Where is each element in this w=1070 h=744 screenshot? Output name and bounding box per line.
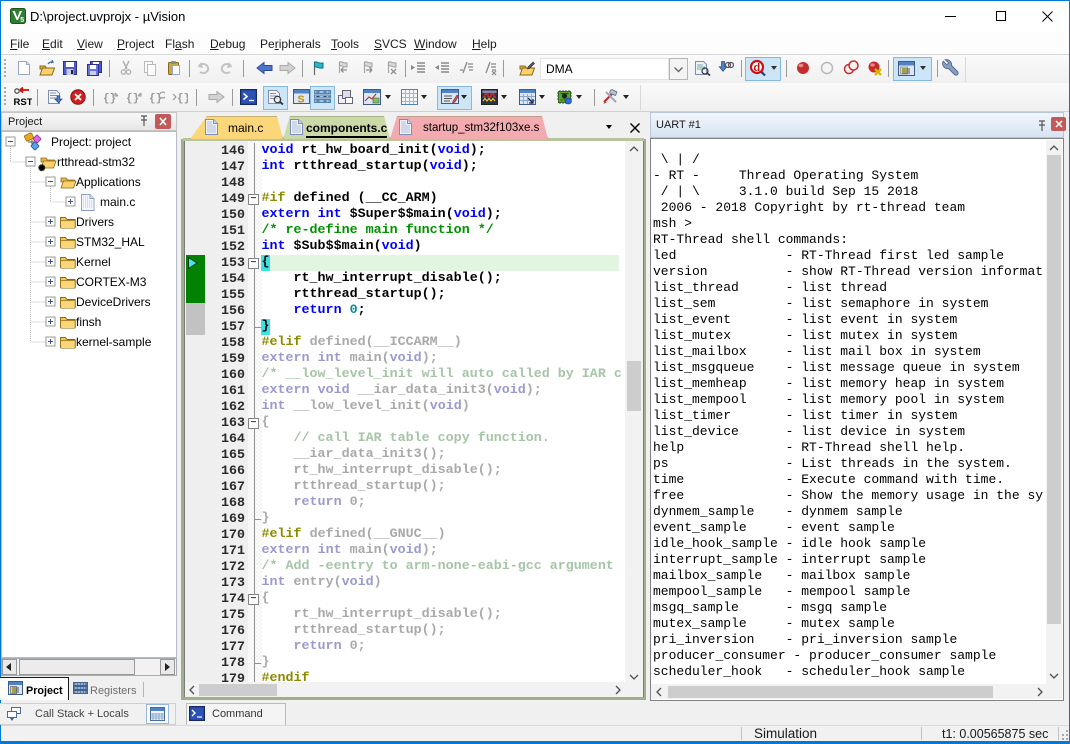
svg-text:RST: RST — [14, 97, 33, 107]
svg-text:S: S — [298, 94, 305, 106]
svg-text:{}: {} — [149, 93, 162, 105]
svg-text:d: d — [754, 62, 761, 74]
svg-text:{}: {} — [177, 93, 188, 105]
svg-text:✺: ✺ — [38, 163, 46, 173]
svg-text:5: 5 — [20, 17, 24, 24]
svg-text:{}: {} — [103, 93, 116, 105]
svg-text:{}: {} — [126, 93, 139, 105]
